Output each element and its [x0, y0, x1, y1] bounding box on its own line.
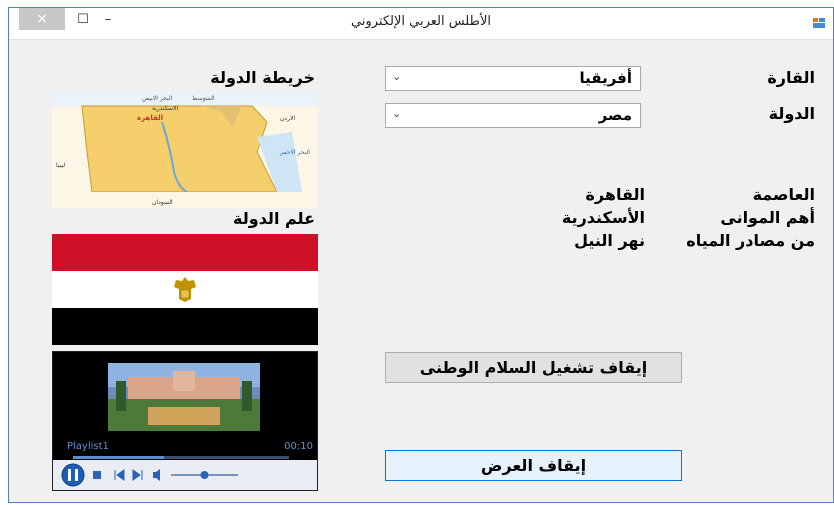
map-label-sudan: السودان	[152, 199, 173, 206]
continent-select[interactable]: ⌄ أفريقيا	[385, 66, 641, 91]
map-label-libya: ليبيا	[56, 162, 65, 169]
continent-label: القارة	[767, 68, 815, 87]
flag-black-band	[52, 308, 318, 345]
map-label-alex: الاسكندرية	[152, 105, 179, 112]
stop-icon	[93, 471, 101, 479]
seek-bar[interactable]	[73, 456, 289, 459]
water-value: نهر النيل	[574, 231, 645, 250]
volume-icon	[153, 469, 160, 481]
playlist-name: Playlist1	[67, 441, 109, 452]
capital-label: العاصمة	[752, 185, 815, 204]
country-label: الدولة	[768, 104, 815, 123]
country-select[interactable]: ⌄ مصر	[385, 103, 641, 128]
flag-white-band	[52, 271, 318, 308]
country-map: البحر الابيض المتوسط القاهرة الاسكندرية …	[52, 92, 317, 208]
pause-button	[61, 463, 85, 487]
title-bar: × ☐ – الأطلس العربي الإلكتروني	[9, 8, 833, 40]
flag-heading: علم الدولة	[233, 209, 315, 228]
map-label-sea2: المتوسط	[192, 95, 215, 102]
stop-anthem-button[interactable]: إيقاف تشغيل السلام الوطنى	[385, 352, 682, 383]
map-label-jordan: الاردن	[280, 115, 295, 122]
capital-value: القاهرة	[585, 185, 645, 204]
media-player[interactable]: Playlist1 00:10	[52, 351, 318, 491]
map-label-sea: البحر الابيض	[142, 95, 173, 102]
stop-show-button[interactable]: إيقاف العرض	[385, 450, 682, 481]
previous-icon	[114, 469, 125, 481]
app-window: × ☐ – الأطلس العربي الإلكتروني القارة ال…	[8, 7, 834, 503]
ports-label: أهم الموانى	[720, 208, 815, 227]
map-label-red-sea: البحر الاحمر	[279, 149, 310, 156]
chevron-down-icon: ⌄	[392, 70, 402, 83]
port-value: الأسكندرية	[561, 208, 645, 227]
time-readout: 00:10	[284, 441, 313, 452]
seek-fill	[73, 456, 164, 459]
next-icon	[132, 469, 143, 481]
player-controls	[53, 460, 317, 490]
app-icon	[813, 18, 825, 28]
water-label: من مصادر المياه	[686, 231, 815, 250]
map-label-cairo: القاهرة	[137, 114, 163, 122]
volume-knob	[200, 471, 209, 479]
video-frame	[108, 363, 260, 431]
window-title: الأطلس العربي الإلكتروني	[351, 14, 491, 29]
chevron-down-icon: ⌄	[392, 107, 402, 120]
country-flag	[52, 234, 318, 345]
flag-red-band	[52, 234, 318, 271]
eagle-emblem-icon	[174, 277, 196, 302]
map-heading: خريطة الدولة	[210, 68, 315, 87]
